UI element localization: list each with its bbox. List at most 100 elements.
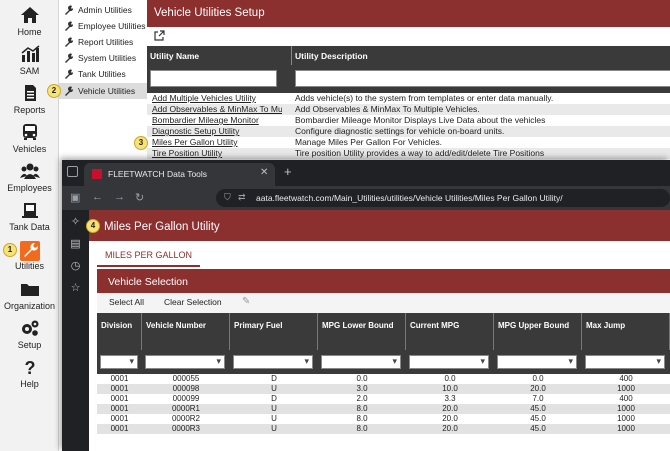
clear-selection-button[interactable]: Clear Selection bbox=[164, 297, 222, 307]
cell-mpg-lower-bound: 0.0 bbox=[356, 374, 368, 383]
table-row[interactable]: 0001 000099 D 2.0 3.3 7.0 400 bbox=[97, 394, 670, 404]
sidebar-toggle-icon[interactable]: ▣ bbox=[70, 191, 80, 204]
wrench-icon bbox=[65, 69, 74, 79]
svg-text:?: ? bbox=[24, 358, 35, 376]
url-text[interactable]: aata.fleetwatch.com/Main_Utilities/utili… bbox=[256, 193, 563, 203]
cell-max-jump: 1000 bbox=[617, 404, 635, 413]
cell-mpg-upper-bound: 0.0 bbox=[532, 374, 544, 383]
tab-icon[interactable]: ▤ bbox=[69, 238, 82, 251]
utilities-submenu: Admin Utilities Employee Utilities Repor… bbox=[59, 0, 147, 160]
select-all-button[interactable]: Select All bbox=[109, 297, 144, 307]
browser-tab[interactable]: FLEETWATCH Data Tools ✕ bbox=[84, 163, 275, 186]
cell-primary-fuel: D bbox=[271, 394, 277, 403]
utility-link[interactable]: Add Observables & MinMax To Multiple Veh… bbox=[152, 104, 282, 114]
column-header-vehicle-number[interactable]: Vehicle Number bbox=[142, 313, 230, 350]
submenu-report-utilities[interactable]: Report Utilities bbox=[59, 34, 147, 50]
history-icon[interactable]: ◷ bbox=[69, 260, 82, 273]
nav-employees-label: Employees bbox=[7, 183, 52, 193]
reload-icon[interactable]: ↻ bbox=[135, 191, 144, 204]
cell-vehicle-number: 000098 bbox=[172, 384, 200, 393]
submenu-label: System Utilities bbox=[78, 53, 137, 63]
column-header-current-mpg[interactable]: Current MPG bbox=[406, 313, 494, 350]
vehicle-selection-toolbar: Select All Clear Selection ✎ bbox=[97, 293, 670, 313]
column-header-primary-fuel[interactable]: Primary Fuel bbox=[230, 313, 318, 350]
nav-help[interactable]: ? Help bbox=[0, 354, 59, 393]
cell-max-jump: 1000 bbox=[617, 384, 635, 393]
cell-mpg-lower-bound: 8.0 bbox=[356, 404, 368, 413]
submenu-vehicle-utilities[interactable]: Vehicle Utilities bbox=[59, 83, 147, 99]
nav-organization[interactable]: Organization bbox=[0, 276, 59, 315]
submenu-system-utilities[interactable]: System Utilities bbox=[59, 50, 147, 66]
nav-vehicles[interactable]: Vehicles bbox=[0, 119, 59, 158]
new-tab-icon[interactable]: + bbox=[284, 164, 292, 179]
table-row[interactable]: 0001 000098 U 3.0 10.0 20.0 1000 bbox=[97, 384, 670, 394]
table-row[interactable]: 0001 0000R3 U 8.0 20.0 45.0 1000 bbox=[97, 424, 670, 434]
page-title: Miles Per Gallon Utility bbox=[89, 210, 670, 241]
submenu-employee-utilities[interactable]: Employee Utilities bbox=[59, 18, 147, 34]
utility-link[interactable]: Diagnostic Setup Utility bbox=[152, 126, 282, 136]
current-mpg-filter-select[interactable] bbox=[409, 355, 489, 369]
address-bar[interactable]: ⛉ ⇄ aata.fleetwatch.com/Main_Utilities/u… bbox=[216, 189, 670, 207]
nav-employees[interactable]: Employees bbox=[0, 158, 59, 197]
nav-setup[interactable]: Setup bbox=[0, 315, 59, 354]
nav-home[interactable]: Home bbox=[0, 2, 59, 41]
utility-link[interactable]: Bombardier Mileage Monitor bbox=[152, 115, 282, 125]
utility-description: Bombardier Mileage Monitor Displays Live… bbox=[295, 115, 546, 125]
forward-icon[interactable]: → bbox=[114, 191, 125, 203]
close-icon[interactable]: ✕ bbox=[260, 167, 268, 178]
submenu-label: Employee Utilities bbox=[78, 21, 146, 31]
page-title: Vehicle Utilities Setup bbox=[147, 0, 670, 27]
column-header-division[interactable]: Division bbox=[97, 313, 142, 350]
mpg-upper-bound-filter-select[interactable] bbox=[497, 355, 577, 369]
division-filter-select[interactable] bbox=[100, 355, 138, 369]
wrench-icon bbox=[65, 86, 74, 96]
tab-menu-icon[interactable] bbox=[67, 166, 78, 177]
cell-division: 0001 bbox=[110, 404, 129, 413]
bus-icon bbox=[22, 124, 37, 140]
external-link-icon[interactable] bbox=[153, 30, 165, 42]
cell-vehicle-number: 000055 bbox=[172, 374, 200, 383]
cell-primary-fuel: U bbox=[271, 384, 277, 393]
table-row[interactable]: 0001 0000R2 U 8.0 20.0 45.0 1000 bbox=[97, 414, 670, 424]
table-row[interactable]: Bombardier Mileage Monitor Bombardier Mi… bbox=[147, 115, 670, 126]
table-row[interactable]: Add Multiple Vehicles Utility Adds vehic… bbox=[147, 93, 670, 104]
tab-miles-per-gallon[interactable]: MILES PER GALLON bbox=[97, 241, 200, 267]
submenu-admin-utilities[interactable]: Admin Utilities bbox=[59, 2, 147, 18]
back-icon[interactable]: ← bbox=[92, 191, 103, 203]
cell-vehicle-number: 0000R2 bbox=[171, 414, 201, 423]
nav-tank-data[interactable]: Tank Data bbox=[0, 197, 59, 236]
chart-icon bbox=[21, 45, 39, 62]
max-jump-filter-select[interactable] bbox=[585, 355, 665, 369]
column-header-mpg-lower-bound[interactable]: MPG Lower Bound bbox=[318, 313, 406, 350]
table-row[interactable]: 0001 000055 D 0.0 0.0 0.0 400 bbox=[97, 374, 670, 384]
utility-description-filter-input[interactable] bbox=[295, 70, 670, 87]
utility-link[interactable]: Miles Per Gallon Utility bbox=[152, 137, 282, 147]
table-row[interactable]: Add Observables & MinMax To Multiple Veh… bbox=[147, 104, 670, 115]
star-icon[interactable]: ☆ bbox=[69, 282, 82, 295]
column-divider bbox=[291, 46, 292, 65]
cell-max-jump: 1000 bbox=[617, 414, 635, 423]
primary-fuel-filter-select[interactable] bbox=[233, 355, 313, 369]
column-header-utility-description[interactable]: Utility Description bbox=[295, 51, 368, 61]
table-row[interactable]: 0001 0000R1 U 8.0 20.0 45.0 1000 bbox=[97, 404, 670, 414]
column-header-mpg-upper-bound[interactable]: MPG Upper Bound bbox=[494, 313, 582, 350]
sparkle-icon[interactable]: ✧ bbox=[69, 216, 82, 229]
mpg-lower-bound-filter-select[interactable] bbox=[321, 355, 401, 369]
nav-sam[interactable]: SAM bbox=[0, 41, 59, 80]
site-settings-icon[interactable]: ⇄ bbox=[238, 192, 246, 203]
utility-link[interactable]: Tire Position Utility bbox=[152, 148, 282, 158]
table-row[interactable]: Diagnostic Setup Utility Configure diagn… bbox=[147, 126, 670, 137]
shield-icon[interactable]: ⛉ bbox=[224, 192, 231, 203]
browser-sidebar: ✧ ▤ ◷ ☆ bbox=[62, 210, 89, 451]
table-row[interactable]: Miles Per Gallon Utility Manage Miles Pe… bbox=[147, 137, 670, 148]
pencil-icon[interactable]: ✎ bbox=[242, 296, 250, 307]
column-header-utility-name[interactable]: Utility Name bbox=[150, 51, 199, 61]
vehicle-number-filter-select[interactable] bbox=[145, 355, 225, 369]
utility-name-filter-input[interactable] bbox=[150, 70, 277, 87]
utility-link[interactable]: Add Multiple Vehicles Utility bbox=[152, 93, 282, 103]
cell-division: 0001 bbox=[110, 374, 129, 383]
column-header-max-jump[interactable]: Max Jump bbox=[582, 313, 670, 350]
cell-primary-fuel: U bbox=[271, 404, 277, 413]
table-row[interactable]: Tire Position Utility Tire position Util… bbox=[147, 148, 670, 159]
submenu-tank-utilities[interactable]: Tank Utilities bbox=[59, 66, 147, 82]
